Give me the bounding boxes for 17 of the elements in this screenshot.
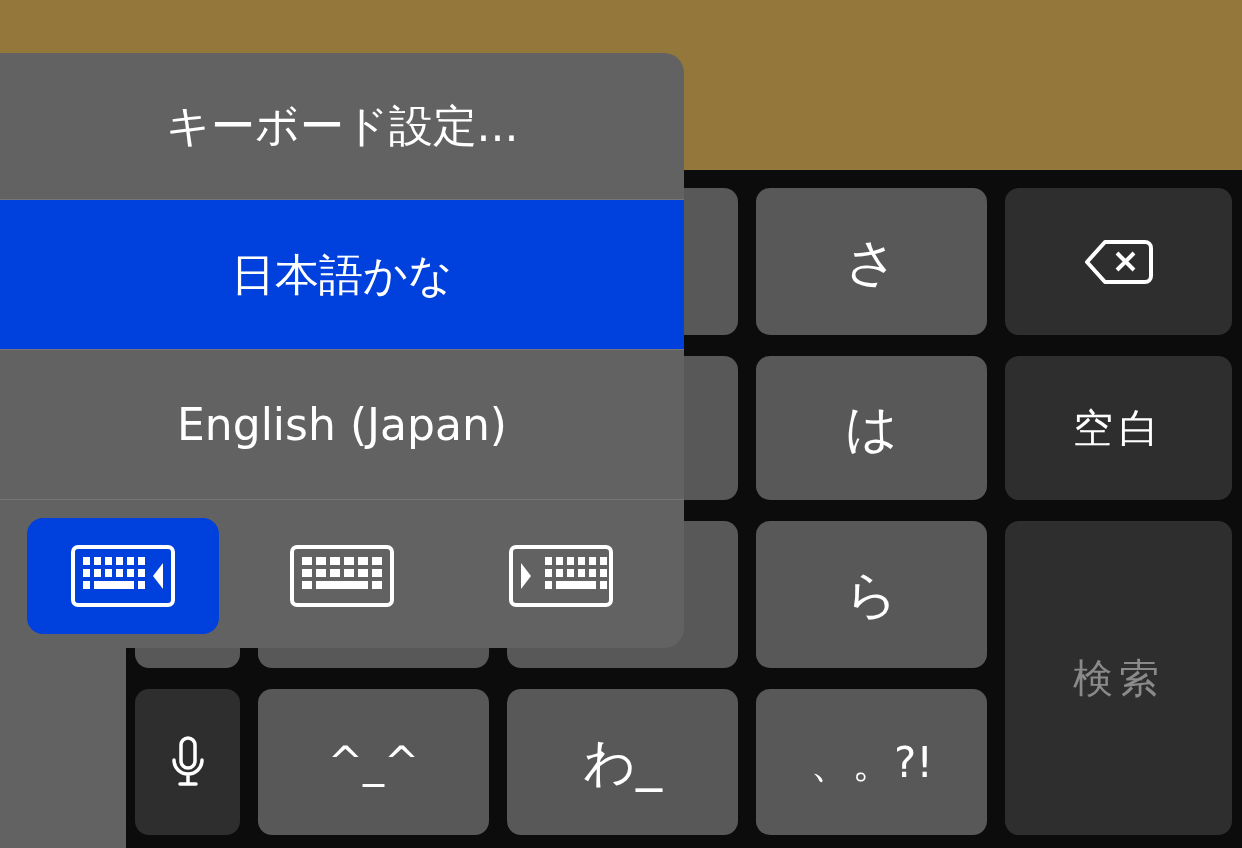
keyboard-icon [290,545,394,607]
microphone-icon [169,736,206,788]
key[interactable]: は [756,356,987,500]
key[interactable]: わ_ [507,689,738,835]
menu-item[interactable]: 日本語かな [0,200,684,350]
key[interactable]: ら [756,521,987,668]
delete-key[interactable] [1005,188,1232,335]
microphone-key[interactable] [135,689,240,835]
dock-left-button[interactable] [27,518,219,634]
keyboard-icon [71,545,175,607]
key[interactable]: さ [756,188,987,335]
space-key[interactable]: 空白 [1005,356,1232,500]
key[interactable]: 、。?! [756,689,987,835]
backspace-icon [1082,237,1155,286]
keyboard-icon [509,545,613,607]
key[interactable]: ^_^ [258,689,489,835]
menu-item[interactable]: English (Japan) [0,350,684,500]
